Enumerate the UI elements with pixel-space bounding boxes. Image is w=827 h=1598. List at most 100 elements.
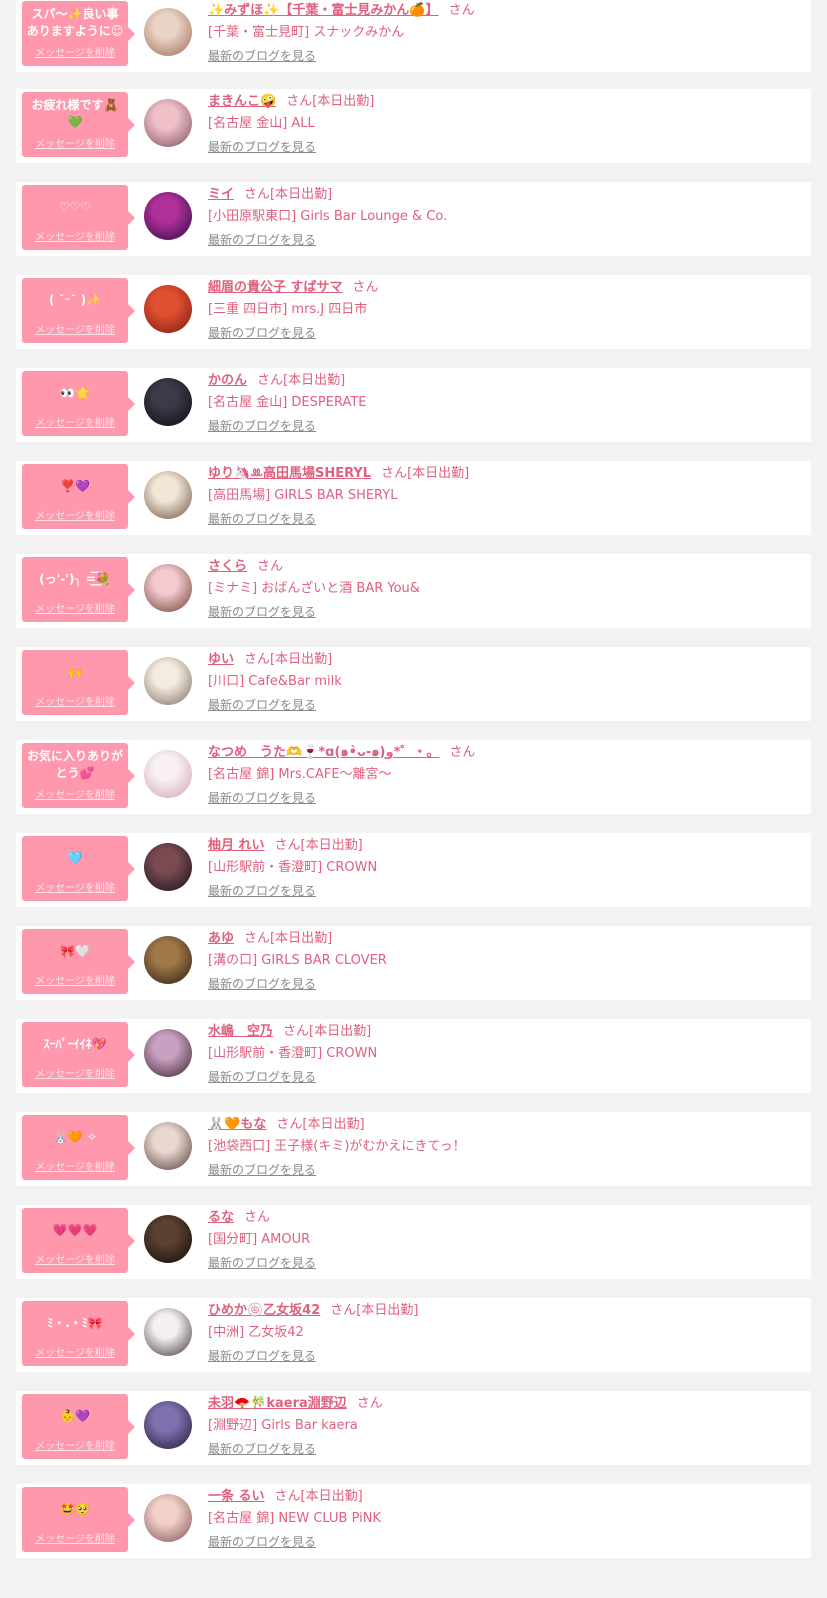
message-bubble: 💗💗💗 メッセージを削除	[22, 1208, 135, 1273]
name-line: あゆ さん[本日出勤]	[208, 930, 332, 948]
list-item: 🎀🤍 メッセージを削除 あゆ さん[本日出勤] [溝の口] GIRLS BAR C…	[16, 926, 811, 1000]
name-line: ひめか🍥乙女坂42 さん[本日出勤]	[208, 1302, 418, 1320]
avatar[interactable]	[144, 843, 192, 891]
cast-name-link[interactable]: ゆい	[208, 652, 234, 667]
blog-link[interactable]: 最新のブログを見る	[208, 604, 316, 620]
list-item: ❣️💜 メッセージを削除 ゆり🦄ꔛ高田馬場SHERYL さん[本日出勤] [高田馬…	[16, 461, 811, 535]
cast-name-link[interactable]: ひめか🍥乙女坂42	[208, 1303, 320, 1318]
avatar[interactable]	[144, 1122, 192, 1170]
shop-label: [池袋西口] 王子様(キミ)がむかえにきてっ！	[208, 1139, 466, 1154]
honorific-label: さん	[330, 1303, 357, 1318]
delete-message-link[interactable]: メッセージを削除	[26, 1437, 124, 1452]
delete-message-link[interactable]: メッセージを削除	[26, 1530, 124, 1545]
delete-message-link[interactable]: メッセージを削除	[26, 1158, 124, 1173]
avatar[interactable]	[144, 471, 192, 519]
attendance-badge: [本日出勤]	[356, 1303, 419, 1318]
blog-link[interactable]: 最新のブログを見る	[208, 976, 316, 992]
blog-link[interactable]: 最新のブログを見る	[208, 1162, 316, 1178]
list-item: ﾐ・.・ﾐ🎀 メッセージを削除 ひめか🍥乙女坂42 さん[本日出勤] [中洲] 乙…	[16, 1298, 811, 1372]
avatar[interactable]	[144, 564, 192, 612]
blog-link[interactable]: 最新のブログを見る	[208, 1534, 316, 1550]
cast-name-link[interactable]: ✨みずほ✨【千葉・富士見みかん🍊】	[208, 3, 439, 18]
cast-name-link[interactable]: さくら	[208, 559, 247, 574]
delete-message-link[interactable]: メッセージを削除	[26, 1065, 124, 1080]
shop-label: [ミナミ] おばんざいと酒 BAR You&	[208, 581, 420, 596]
avatar[interactable]	[144, 1215, 192, 1263]
delete-message-link[interactable]: メッセージを削除	[26, 44, 124, 59]
avatar[interactable]	[144, 750, 192, 798]
avatar[interactable]	[144, 285, 192, 333]
blog-link[interactable]: 最新のブログを見る	[208, 139, 316, 155]
blog-link[interactable]: 最新のブログを見る	[208, 790, 316, 806]
delete-message-link[interactable]: メッセージを削除	[26, 228, 124, 243]
delete-message-link[interactable]: メッセージを削除	[26, 1251, 124, 1266]
blog-link[interactable]: 最新のブログを見る	[208, 1348, 316, 1364]
shop-label: [名古屋 錦] Mrs.CAFE〜離宮〜	[208, 767, 392, 782]
blog-link[interactable]: 最新のブログを見る	[208, 1069, 316, 1085]
blog-link[interactable]: 最新のブログを見る	[208, 418, 316, 434]
blog-link[interactable]: 最新のブログを見る	[208, 325, 316, 341]
honorific-label: さん	[286, 94, 313, 109]
cast-name-link[interactable]: 細眉の貴公子 すばサマ	[208, 280, 343, 295]
delete-message-link[interactable]: メッセージを削除	[26, 786, 124, 801]
blog-link[interactable]: 最新のブログを見る	[208, 1441, 316, 1457]
blog-link[interactable]: 最新のブログを見る	[208, 1255, 316, 1271]
name-line: まきんこ🤪 さん[本日出勤]	[208, 93, 374, 111]
message-text: (っ'-')╮ =͟͟͞͞💐	[39, 571, 111, 586]
message-text: 💗💗💗	[52, 1222, 98, 1237]
cast-name-link[interactable]: 未羽🪭🎋kaera淵野辺	[208, 1396, 347, 1411]
delete-message-link[interactable]: メッセージを削除	[26, 135, 124, 150]
shop-label: [溝の口] GIRLS BAR CLOVER	[208, 953, 387, 968]
delete-message-link[interactable]: メッセージを削除	[26, 507, 124, 522]
avatar[interactable]	[144, 936, 192, 984]
cast-name-link[interactable]: ゆり🦄ꔛ高田馬場SHERYL	[208, 466, 371, 481]
avatar[interactable]	[144, 657, 192, 705]
message-bubble: 🩵 メッセージを削除	[22, 836, 135, 901]
message-bubble: ♡♡♡ メッセージを削除	[22, 185, 135, 250]
cast-name-link[interactable]: 🐰🧡もな	[208, 1117, 266, 1132]
delete-message-link[interactable]: メッセージを削除	[26, 693, 124, 708]
delete-message-link[interactable]: メッセージを削除	[26, 414, 124, 429]
blog-link[interactable]: 最新のブログを見る	[208, 697, 316, 713]
delete-message-link[interactable]: メッセージを削除	[26, 321, 124, 336]
delete-message-link[interactable]: メッセージを削除	[26, 600, 124, 615]
attendance-badge: [本日出勤]	[312, 94, 375, 109]
attendance-badge: [本日出勤]	[270, 187, 333, 202]
delete-message-link[interactable]: メッセージを削除	[26, 879, 124, 894]
avatar[interactable]	[144, 1494, 192, 1542]
avatar[interactable]	[144, 378, 192, 426]
cast-name-link[interactable]: なつめ うた🫶🍷*ɑ(๑•̀ᴗ-๑)و*゜・。	[208, 745, 439, 760]
shop-label: [高田馬場] GIRLS BAR SHERYL	[208, 488, 398, 503]
blog-link[interactable]: 最新のブログを見る	[208, 48, 316, 64]
attendance-badge: [本日出勤]	[283, 373, 346, 388]
avatar[interactable]	[144, 1401, 192, 1449]
attendance-badge: [本日出勤]	[302, 1117, 365, 1132]
avatar[interactable]	[144, 99, 192, 147]
cast-name-link[interactable]: まきんこ🤪	[208, 94, 276, 109]
cast-name-link[interactable]: 柚月 れい	[208, 838, 265, 853]
cast-name-link[interactable]: かのん	[208, 373, 247, 388]
cast-name-link[interactable]: るな	[208, 1210, 234, 1225]
message-bubble: ﾐ・.・ﾐ🎀 メッセージを削除	[22, 1301, 135, 1366]
avatar[interactable]	[144, 192, 192, 240]
message-text: 🤩🥺	[60, 1501, 90, 1516]
message-bubble: 👀🌟 メッセージを削除	[22, 371, 135, 436]
blog-link[interactable]: 最新のブログを見る	[208, 511, 316, 527]
cast-name-link[interactable]: ミイ	[208, 187, 234, 202]
list-item: ｽｰﾊﾟｰｲｲﾈ💖 メッセージを削除 水嶋 空乃 さん[本日出勤] [山形駅前・香…	[16, 1019, 811, 1093]
cast-name-link[interactable]: あゆ	[208, 931, 234, 946]
blog-link[interactable]: 最新のブログを見る	[208, 883, 316, 899]
avatar[interactable]	[144, 1308, 192, 1356]
cast-name-link[interactable]: 水嶋 空乃	[208, 1024, 273, 1039]
message-bubble: 🎀🤍 メッセージを削除	[22, 929, 135, 994]
shop-label: [三重 四日市] mrs.J 四日市	[208, 302, 368, 317]
name-line: ゆり🦄ꔛ高田馬場SHERYL さん[本日出勤]	[208, 465, 469, 483]
cast-name-link[interactable]: 一条 るい	[208, 1489, 265, 1504]
name-line: 未羽🪭🎋kaera淵野辺 さん	[208, 1395, 383, 1413]
delete-message-link[interactable]: メッセージを削除	[26, 1344, 124, 1359]
avatar[interactable]	[144, 8, 192, 56]
delete-message-link[interactable]: メッセージを削除	[26, 972, 124, 987]
avatar[interactable]	[144, 1029, 192, 1077]
name-line: るな さん	[208, 1209, 270, 1227]
blog-link[interactable]: 最新のブログを見る	[208, 232, 316, 248]
